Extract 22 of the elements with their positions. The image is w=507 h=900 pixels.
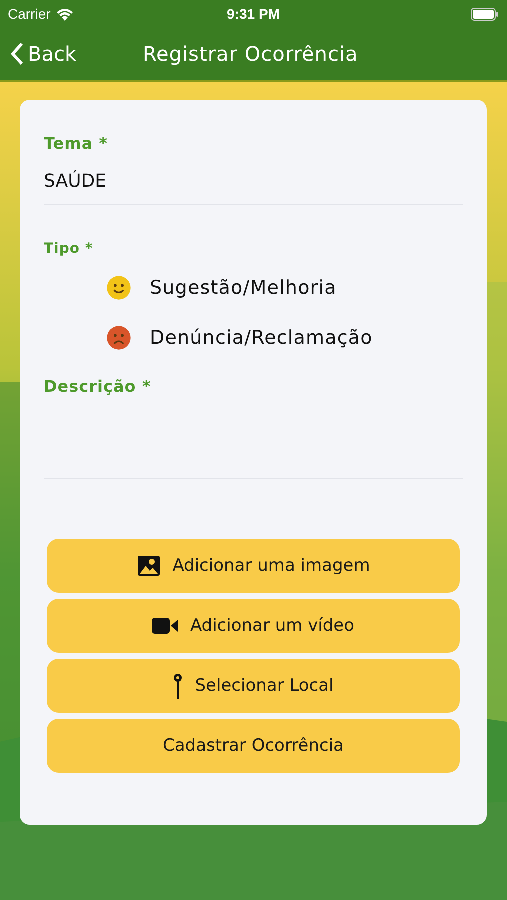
pin-icon [173,673,184,699]
field-label: Descrição * [44,377,152,396]
action-button[interactable]: Adicionar uma imagem [47,539,460,593]
battery-icon [471,8,499,20]
carrier-name: Carrier [8,6,51,22]
back-button[interactable]: Back [10,42,77,66]
video-camera-icon [152,617,178,635]
theme-field[interactable]: SAÚDE [44,171,463,205]
image-icon [136,555,161,577]
field-label: Tipo * [44,241,94,257]
action-button[interactable]: Selecionar Local [47,659,460,713]
type-option[interactable]: Denúncia/Reclamação [106,325,463,351]
field-label: Tema * [44,134,108,153]
action-button[interactable]: Adicionar um vídeo [47,599,460,653]
status-time: 9:31 PM [227,6,280,22]
type-option[interactable]: Sugestão/Melhoria [106,275,463,301]
frown-face-icon [106,325,132,351]
action-button[interactable]: Cadastrar Ocorrência [47,719,460,773]
smiley-icon [106,275,132,301]
chevron-left-icon [10,42,24,66]
screen-title: Registrar Ocorrência [143,42,358,66]
wifi-icon [56,8,74,20]
